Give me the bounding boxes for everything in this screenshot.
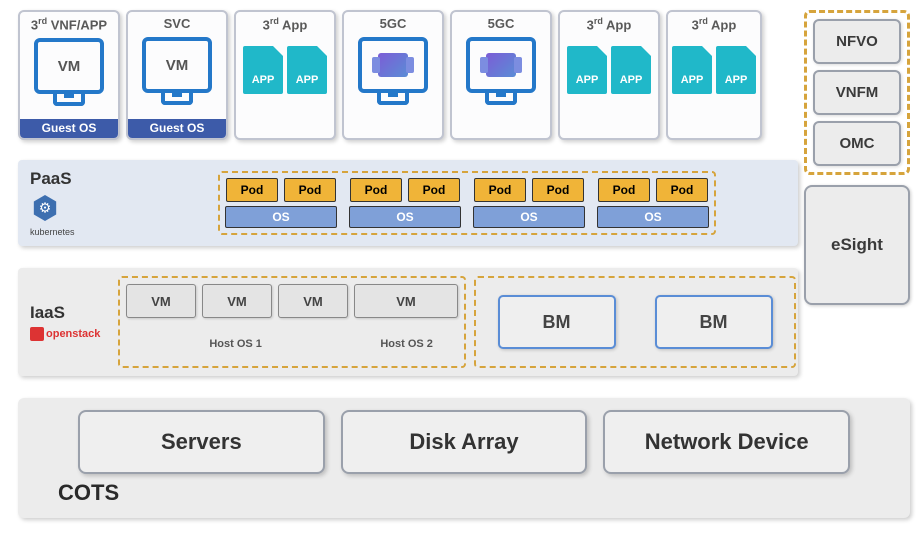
vm-label: VM: [58, 58, 81, 75]
iaas-title: IaaS: [30, 303, 118, 323]
bm-box: BM: [498, 295, 616, 349]
os-box: OS: [597, 206, 709, 228]
pod-group: Pod Pod OS: [225, 178, 337, 228]
pod-box: Pod: [532, 178, 584, 202]
pod-box: Pod: [656, 178, 708, 202]
monitor-icon: VM: [142, 37, 212, 93]
nfvo-box: NFVO: [813, 19, 901, 64]
app-doc-icon: APP: [287, 46, 327, 94]
cots-title: COTS: [18, 474, 910, 506]
vm-box: VM: [126, 284, 196, 318]
app-doc-icon: APP: [611, 46, 651, 94]
iaas-vm-group: VM VM VM VM Host OS 1 Host OS 2: [118, 276, 466, 368]
app-card-3rd-app: 3rd App APP APP: [234, 10, 336, 140]
omc-box: OMC: [813, 121, 901, 166]
os-box: OS: [473, 206, 585, 228]
cots-network-device: Network Device: [603, 410, 850, 474]
monitor-icon: [466, 37, 536, 93]
app-icons: APP APP: [567, 46, 651, 94]
paas-pods-group: Pod Pod OS Pod Pod OS Pod Pod OS: [218, 171, 716, 235]
app-icons: APP APP: [672, 46, 756, 94]
esight-box: eSight: [804, 185, 910, 305]
bm-box: BM: [655, 295, 773, 349]
app-doc-icon: APP: [567, 46, 607, 94]
host-os-1: Host OS 1: [126, 332, 345, 356]
pod-group: Pod Pod OS: [597, 178, 709, 228]
pod-box: Pod: [284, 178, 336, 202]
host-os-2: Host OS 2: [355, 332, 458, 356]
card-title: 3rd VNF/APP: [31, 16, 107, 32]
app-card-3rd-app: 3rd App APP APP: [558, 10, 660, 140]
guest-os-label: Guest OS: [20, 119, 118, 138]
cube-icon: [486, 53, 516, 77]
card-title: SVC: [164, 16, 191, 31]
pod-group: Pod Pod OS: [473, 178, 585, 228]
management-panel: NFVO VNFM OMC eSight: [804, 10, 910, 305]
app-doc-icon: APP: [716, 46, 756, 94]
vm-box: VM: [354, 284, 458, 318]
kubernetes-icon: [30, 193, 60, 223]
iaas-bm-group: BM BM: [474, 276, 796, 368]
pod-box: Pod: [408, 178, 460, 202]
app-doc-icon: APP: [243, 46, 283, 94]
app-icons: APP APP: [243, 46, 327, 94]
pod-group: Pod Pod OS: [349, 178, 461, 228]
guest-os-label: Guest OS: [128, 119, 226, 138]
app-card-3rd-app: 3rd App APP APP: [666, 10, 762, 140]
app-card-svc: SVC VM Guest OS: [126, 10, 228, 140]
pod-box: Pod: [350, 178, 402, 202]
cots-disk-array: Disk Array: [341, 410, 588, 474]
vm-box: VM: [278, 284, 348, 318]
cots-layer: Servers Disk Array Network Device COTS: [18, 398, 910, 518]
cots-servers: Servers: [78, 410, 325, 474]
os-box: OS: [349, 206, 461, 228]
vnfm-box: VNFM: [813, 70, 901, 115]
cube-icon: [378, 53, 408, 77]
app-cards: 3rd VNF/APP VM Guest OS SVC VM Guest OS …: [18, 10, 762, 140]
mano-group: NFVO VNFM OMC: [804, 10, 910, 175]
monitor-icon: VM: [34, 38, 104, 94]
pod-box: Pod: [474, 178, 526, 202]
layer-label: IaaS openstack: [18, 303, 118, 341]
app-card-5gc: 5GC: [342, 10, 444, 140]
card-title: 5GC: [488, 16, 515, 31]
vm-label: VM: [166, 57, 189, 74]
vm-box: VM: [202, 284, 272, 318]
paas-title: PaaS: [30, 169, 118, 189]
openstack-icon: openstack: [30, 327, 118, 341]
app-card-5gc: 5GC: [450, 10, 552, 140]
os-box: OS: [225, 206, 337, 228]
card-title: 3rd App: [692, 16, 737, 32]
card-title: 3rd App: [263, 16, 308, 32]
card-title: 5GC: [380, 16, 407, 31]
kubernetes-label: kubernetes: [30, 227, 118, 237]
card-title: 3rd App: [587, 16, 632, 32]
iaas-layer: IaaS openstack VM VM VM VM Host OS 1 Hos…: [18, 268, 798, 376]
app-doc-icon: APP: [672, 46, 712, 94]
paas-layer: PaaS kubernetes Pod Pod OS Pod Pod OS: [18, 160, 798, 246]
monitor-icon: [358, 37, 428, 93]
architecture-diagram: 3rd VNF/APP VM Guest OS SVC VM Guest OS …: [8, 8, 912, 528]
openstack-label: openstack: [46, 328, 100, 340]
pod-box: Pod: [226, 178, 278, 202]
layer-label: PaaS kubernetes: [18, 169, 118, 237]
app-card-vnf: 3rd VNF/APP VM Guest OS: [18, 10, 120, 140]
pod-box: Pod: [598, 178, 650, 202]
